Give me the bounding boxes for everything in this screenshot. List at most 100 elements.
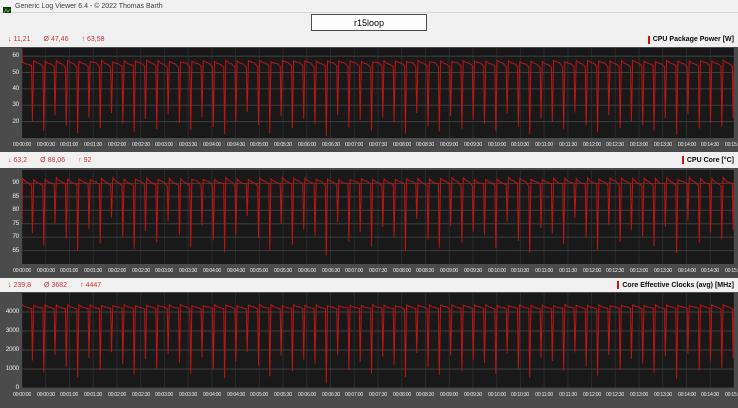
x-tick-label: 00:02:30 bbox=[132, 392, 150, 397]
x-tick-label: 00:08:30 bbox=[416, 392, 434, 397]
chart-stats: ↓63,2 Ø88,06 ↑92 bbox=[8, 157, 91, 164]
x-tick-label: 00:03:30 bbox=[179, 142, 197, 147]
x-tick-label: 00:12:30 bbox=[606, 268, 624, 273]
x-tick-label: 00:04:00 bbox=[203, 268, 221, 273]
x-tick-label: 00:02:30 bbox=[132, 268, 150, 273]
x-tick-label: 00:07:00 bbox=[345, 268, 363, 273]
min-arrow-icon: ↓ bbox=[8, 36, 12, 43]
x-tick-label: 00:07:00 bbox=[345, 142, 363, 147]
x-tick-label: 00:01:00 bbox=[60, 268, 78, 273]
series-color-bar bbox=[617, 281, 619, 289]
stat-max: ↑92 bbox=[78, 157, 91, 164]
x-tick-label: 00:01:30 bbox=[84, 142, 102, 147]
x-tick-label: 00:02:30 bbox=[132, 142, 150, 147]
plot-area-cpu-package-power[interactable] bbox=[22, 48, 734, 138]
x-tick-label: 00:09:00 bbox=[440, 392, 458, 397]
chart-cpu-package-power: 2030405060 00:00:0000:00:3000:01:0000:01… bbox=[0, 47, 738, 152]
plot-area-cpu-core-temp[interactable] bbox=[22, 170, 734, 264]
x-tick-label: 00:09:00 bbox=[440, 268, 458, 273]
y-tick-label: 65 bbox=[0, 247, 19, 255]
x-tick-label: 00:01:00 bbox=[60, 392, 78, 397]
x-tick-label: 00:06:30 bbox=[322, 142, 340, 147]
y-tick-label: 90 bbox=[0, 179, 19, 187]
chart-cpu-core-temp: 657075808590 00:00:0000:00:3000:01:0000:… bbox=[0, 168, 738, 278]
x-tick-label: 00:11:30 bbox=[559, 268, 577, 273]
stat-avg: Ø3682 bbox=[44, 282, 67, 289]
x-tick-label: 00:04:30 bbox=[227, 392, 245, 397]
stat-max: ↑4447 bbox=[80, 282, 101, 289]
x-tick-label: 00:13:00 bbox=[630, 142, 648, 147]
app-icon bbox=[3, 2, 11, 10]
x-tick-label: 00:07:30 bbox=[369, 392, 387, 397]
y-tick-label: 75 bbox=[0, 220, 19, 228]
x-tick-label: 00:10:00 bbox=[488, 392, 506, 397]
avg-icon: Ø bbox=[40, 157, 45, 164]
x-tick-label: 00:05:00 bbox=[250, 392, 268, 397]
x-tick-label: 00:09:30 bbox=[464, 142, 482, 147]
series-name: Core Effective Clocks (avg) [MHz] bbox=[622, 282, 734, 289]
x-tick-label: 00:06:30 bbox=[322, 268, 340, 273]
avg-icon: Ø bbox=[44, 36, 49, 43]
x-tick-label: 00:04:30 bbox=[227, 142, 245, 147]
x-tick-label: 00:03:00 bbox=[155, 142, 173, 147]
chart-header-core-clocks: ↓239,8 Ø3682 ↑4447 Core Effective Clocks… bbox=[0, 278, 738, 292]
x-tick-label: 00:09:30 bbox=[464, 268, 482, 273]
x-tick-label: 00:14:30 bbox=[701, 392, 719, 397]
x-tick-label: 00:10:30 bbox=[511, 392, 529, 397]
x-tick-label: 00:00:00 bbox=[13, 268, 31, 273]
plot-area-core-clocks[interactable] bbox=[22, 293, 734, 388]
x-axis-ticks: 00:00:0000:00:3000:01:0000:01:3000:02:00… bbox=[0, 265, 738, 279]
x-tick-label: 00:00:30 bbox=[37, 142, 55, 147]
x-tick-label: 00:10:00 bbox=[488, 268, 506, 273]
window-title: Generic Log Viewer 6.4 - © 2022 Thomas B… bbox=[15, 3, 163, 10]
y-tick-label: 60 bbox=[0, 52, 19, 60]
chart-header-cpu-core-temp: ↓63,2 Ø88,06 ↑92 CPU Core [°C] bbox=[0, 152, 738, 168]
series-legend: CPU Core [°C] bbox=[682, 156, 734, 164]
stat-avg: Ø47,46 bbox=[44, 36, 69, 43]
x-tick-label: 00:03:00 bbox=[155, 392, 173, 397]
chart-core-clocks: 01000200030004000 00:00:0000:00:3000:01:… bbox=[0, 292, 738, 408]
x-axis-ticks: 00:00:0000:00:3000:01:0000:01:3000:02:00… bbox=[0, 389, 738, 403]
window-titlebar: Generic Log Viewer 6.4 - © 2022 Thomas B… bbox=[0, 0, 738, 13]
max-arrow-icon: ↑ bbox=[80, 282, 84, 289]
max-arrow-icon: ↑ bbox=[81, 36, 85, 43]
series-name: CPU Package Power [W] bbox=[653, 36, 734, 43]
x-tick-label: 00:02:00 bbox=[108, 268, 126, 273]
x-tick-label: 00:00:00 bbox=[13, 392, 31, 397]
x-tick-label: 00:15:00 bbox=[725, 268, 738, 273]
y-tick-label: 2000 bbox=[0, 346, 19, 354]
series-legend: Core Effective Clocks (avg) [MHz] bbox=[617, 281, 734, 289]
y-tick-label: 80 bbox=[0, 206, 19, 214]
stat-min: ↓11,21 bbox=[8, 36, 31, 43]
x-tick-label: 00:14:00 bbox=[678, 268, 696, 273]
log-title-strip: r15loop bbox=[0, 13, 738, 32]
x-tick-label: 00:09:00 bbox=[440, 142, 458, 147]
stat-min: ↓239,8 bbox=[8, 282, 31, 289]
y-tick-label: 4000 bbox=[0, 308, 19, 316]
x-tick-label: 00:01:00 bbox=[60, 142, 78, 147]
x-tick-label: 00:03:00 bbox=[155, 268, 173, 273]
x-tick-label: 00:06:30 bbox=[322, 392, 340, 397]
x-tick-label: 00:06:00 bbox=[298, 142, 316, 147]
x-tick-label: 00:07:00 bbox=[345, 392, 363, 397]
x-tick-label: 00:11:00 bbox=[535, 392, 553, 397]
x-tick-label: 00:11:30 bbox=[559, 142, 577, 147]
series-color-bar bbox=[648, 36, 650, 44]
chart-stats: ↓239,8 Ø3682 ↑4447 bbox=[8, 282, 101, 289]
x-axis-ticks: 00:00:0000:00:3000:01:0000:01:3000:02:00… bbox=[0, 139, 738, 153]
min-arrow-icon: ↓ bbox=[8, 157, 12, 164]
x-tick-label: 00:11:30 bbox=[559, 392, 577, 397]
x-tick-label: 00:04:30 bbox=[227, 268, 245, 273]
x-tick-label: 00:08:00 bbox=[393, 268, 411, 273]
y-tick-label: 50 bbox=[0, 69, 19, 77]
x-tick-label: 00:14:00 bbox=[678, 392, 696, 397]
y-tick-label: 20 bbox=[0, 118, 19, 126]
stat-max: ↑63,58 bbox=[81, 36, 104, 43]
x-tick-label: 00:12:00 bbox=[583, 268, 601, 273]
x-tick-label: 00:13:00 bbox=[630, 268, 648, 273]
y-tick-label: 1000 bbox=[0, 365, 19, 373]
series-color-bar bbox=[682, 156, 684, 164]
y-tick-label: 3000 bbox=[0, 327, 19, 335]
y-tick-label: 40 bbox=[0, 85, 19, 93]
x-tick-label: 00:08:00 bbox=[393, 392, 411, 397]
